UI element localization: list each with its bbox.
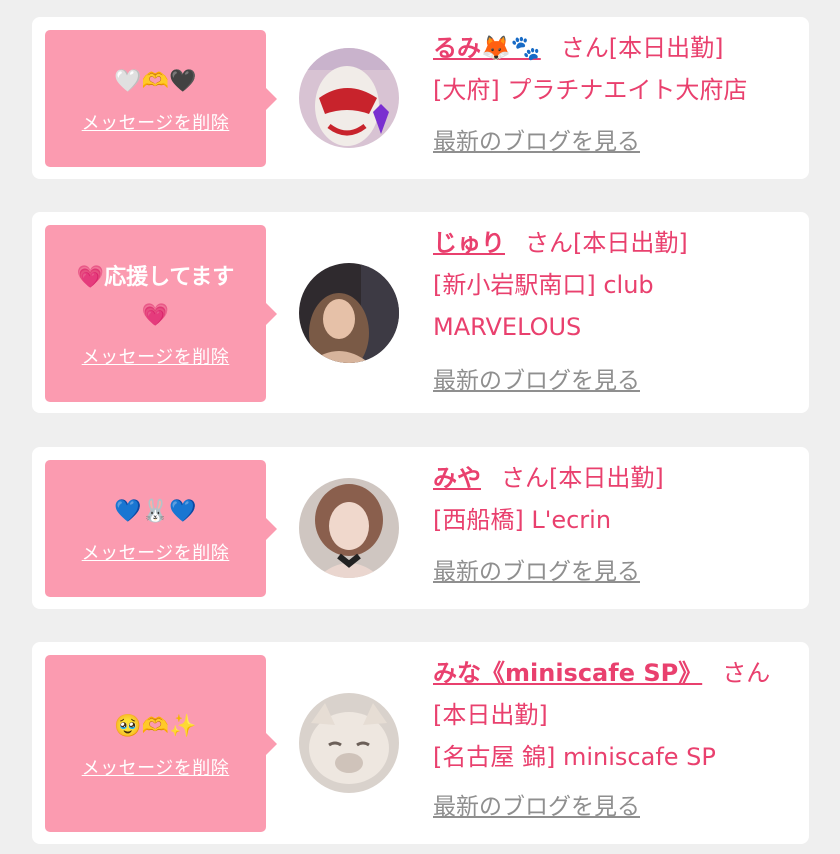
avatar[interactable]	[299, 693, 399, 793]
favorite-card: 💗応援してます💗 メッセージを削除 じゅり さん[本日出勤] [新小岩駅南口] c…	[32, 212, 809, 413]
cast-status: さん[本日出勤]	[525, 229, 688, 257]
message-text: 💗応援してます💗	[76, 264, 235, 328]
avatar-image	[299, 48, 399, 148]
latest-blog-link[interactable]: 最新のブログを見る	[433, 786, 789, 828]
avatar[interactable]	[299, 48, 399, 148]
message-bubble: 🥹🫶✨ メッセージを削除	[45, 655, 277, 832]
message-text: 🤍🫶🖤	[114, 68, 197, 94]
cast-name-link[interactable]: じゅり	[433, 229, 505, 257]
avatar-image	[299, 693, 399, 793]
shop-name: [新小岩駅南口] club MARVELOUS	[433, 271, 654, 341]
avatar-image	[299, 263, 399, 363]
delete-message-link[interactable]: メッセージを削除	[82, 343, 230, 369]
message-text: 🥹🫶✨	[114, 713, 197, 739]
avatar[interactable]	[299, 478, 399, 578]
cast-status: さん[本日出勤]	[560, 34, 724, 62]
cast-title: みな《miniscafe SP》 さん[本日出勤]	[433, 652, 789, 736]
cast-name-link[interactable]: みな《miniscafe SP》	[433, 659, 702, 687]
message-bubble: 🤍🫶🖤 メッセージを削除	[45, 30, 277, 167]
cast-title: じゅり さん[本日出勤]	[433, 222, 789, 264]
cast-status: さん[本日出勤]	[501, 464, 664, 492]
shop-name: [西船橋] L'ecrin	[433, 506, 612, 534]
delete-message-link[interactable]: メッセージを削除	[82, 539, 230, 565]
avatar[interactable]	[299, 263, 399, 363]
avatar-image	[299, 478, 399, 578]
message-bubble: 💗応援してます💗 メッセージを削除	[45, 225, 277, 402]
delete-message-link[interactable]: メッセージを削除	[82, 109, 230, 135]
cast-title: みや さん[本日出勤]	[433, 457, 789, 499]
shop-name: [大府] プラチナエイト大府店	[433, 76, 748, 104]
cast-title: るみ🦊🐾 さん[本日出勤]	[433, 27, 789, 69]
latest-blog-link[interactable]: 最新のブログを見る	[433, 121, 789, 163]
cast-name-link[interactable]: みや	[433, 464, 481, 492]
delete-message-link[interactable]: メッセージを削除	[82, 754, 230, 780]
favorite-card: 💙🐰💙 メッセージを削除 みや さん[本日出勤] [西船橋] L'ecrin 最新…	[32, 447, 809, 609]
message-bubble: 💙🐰💙 メッセージを削除	[45, 460, 277, 597]
cast-name-link[interactable]: るみ🦊🐾	[433, 34, 541, 62]
latest-blog-link[interactable]: 最新のブログを見る	[433, 360, 789, 402]
message-text: 💙🐰💙	[114, 498, 197, 524]
latest-blog-link[interactable]: 最新のブログを見る	[433, 551, 789, 593]
favorite-card: 🥹🫶✨ メッセージを削除 みな《miniscafe SP》 さん[本日出勤] [名…	[32, 642, 809, 844]
favorite-card: 🤍🫶🖤 メッセージを削除 るみ🦊🐾 さん[本日出勤] [大府] プラチナエイト大府…	[32, 17, 809, 179]
shop-name: [名古屋 錦] miniscafe SP	[433, 743, 716, 771]
